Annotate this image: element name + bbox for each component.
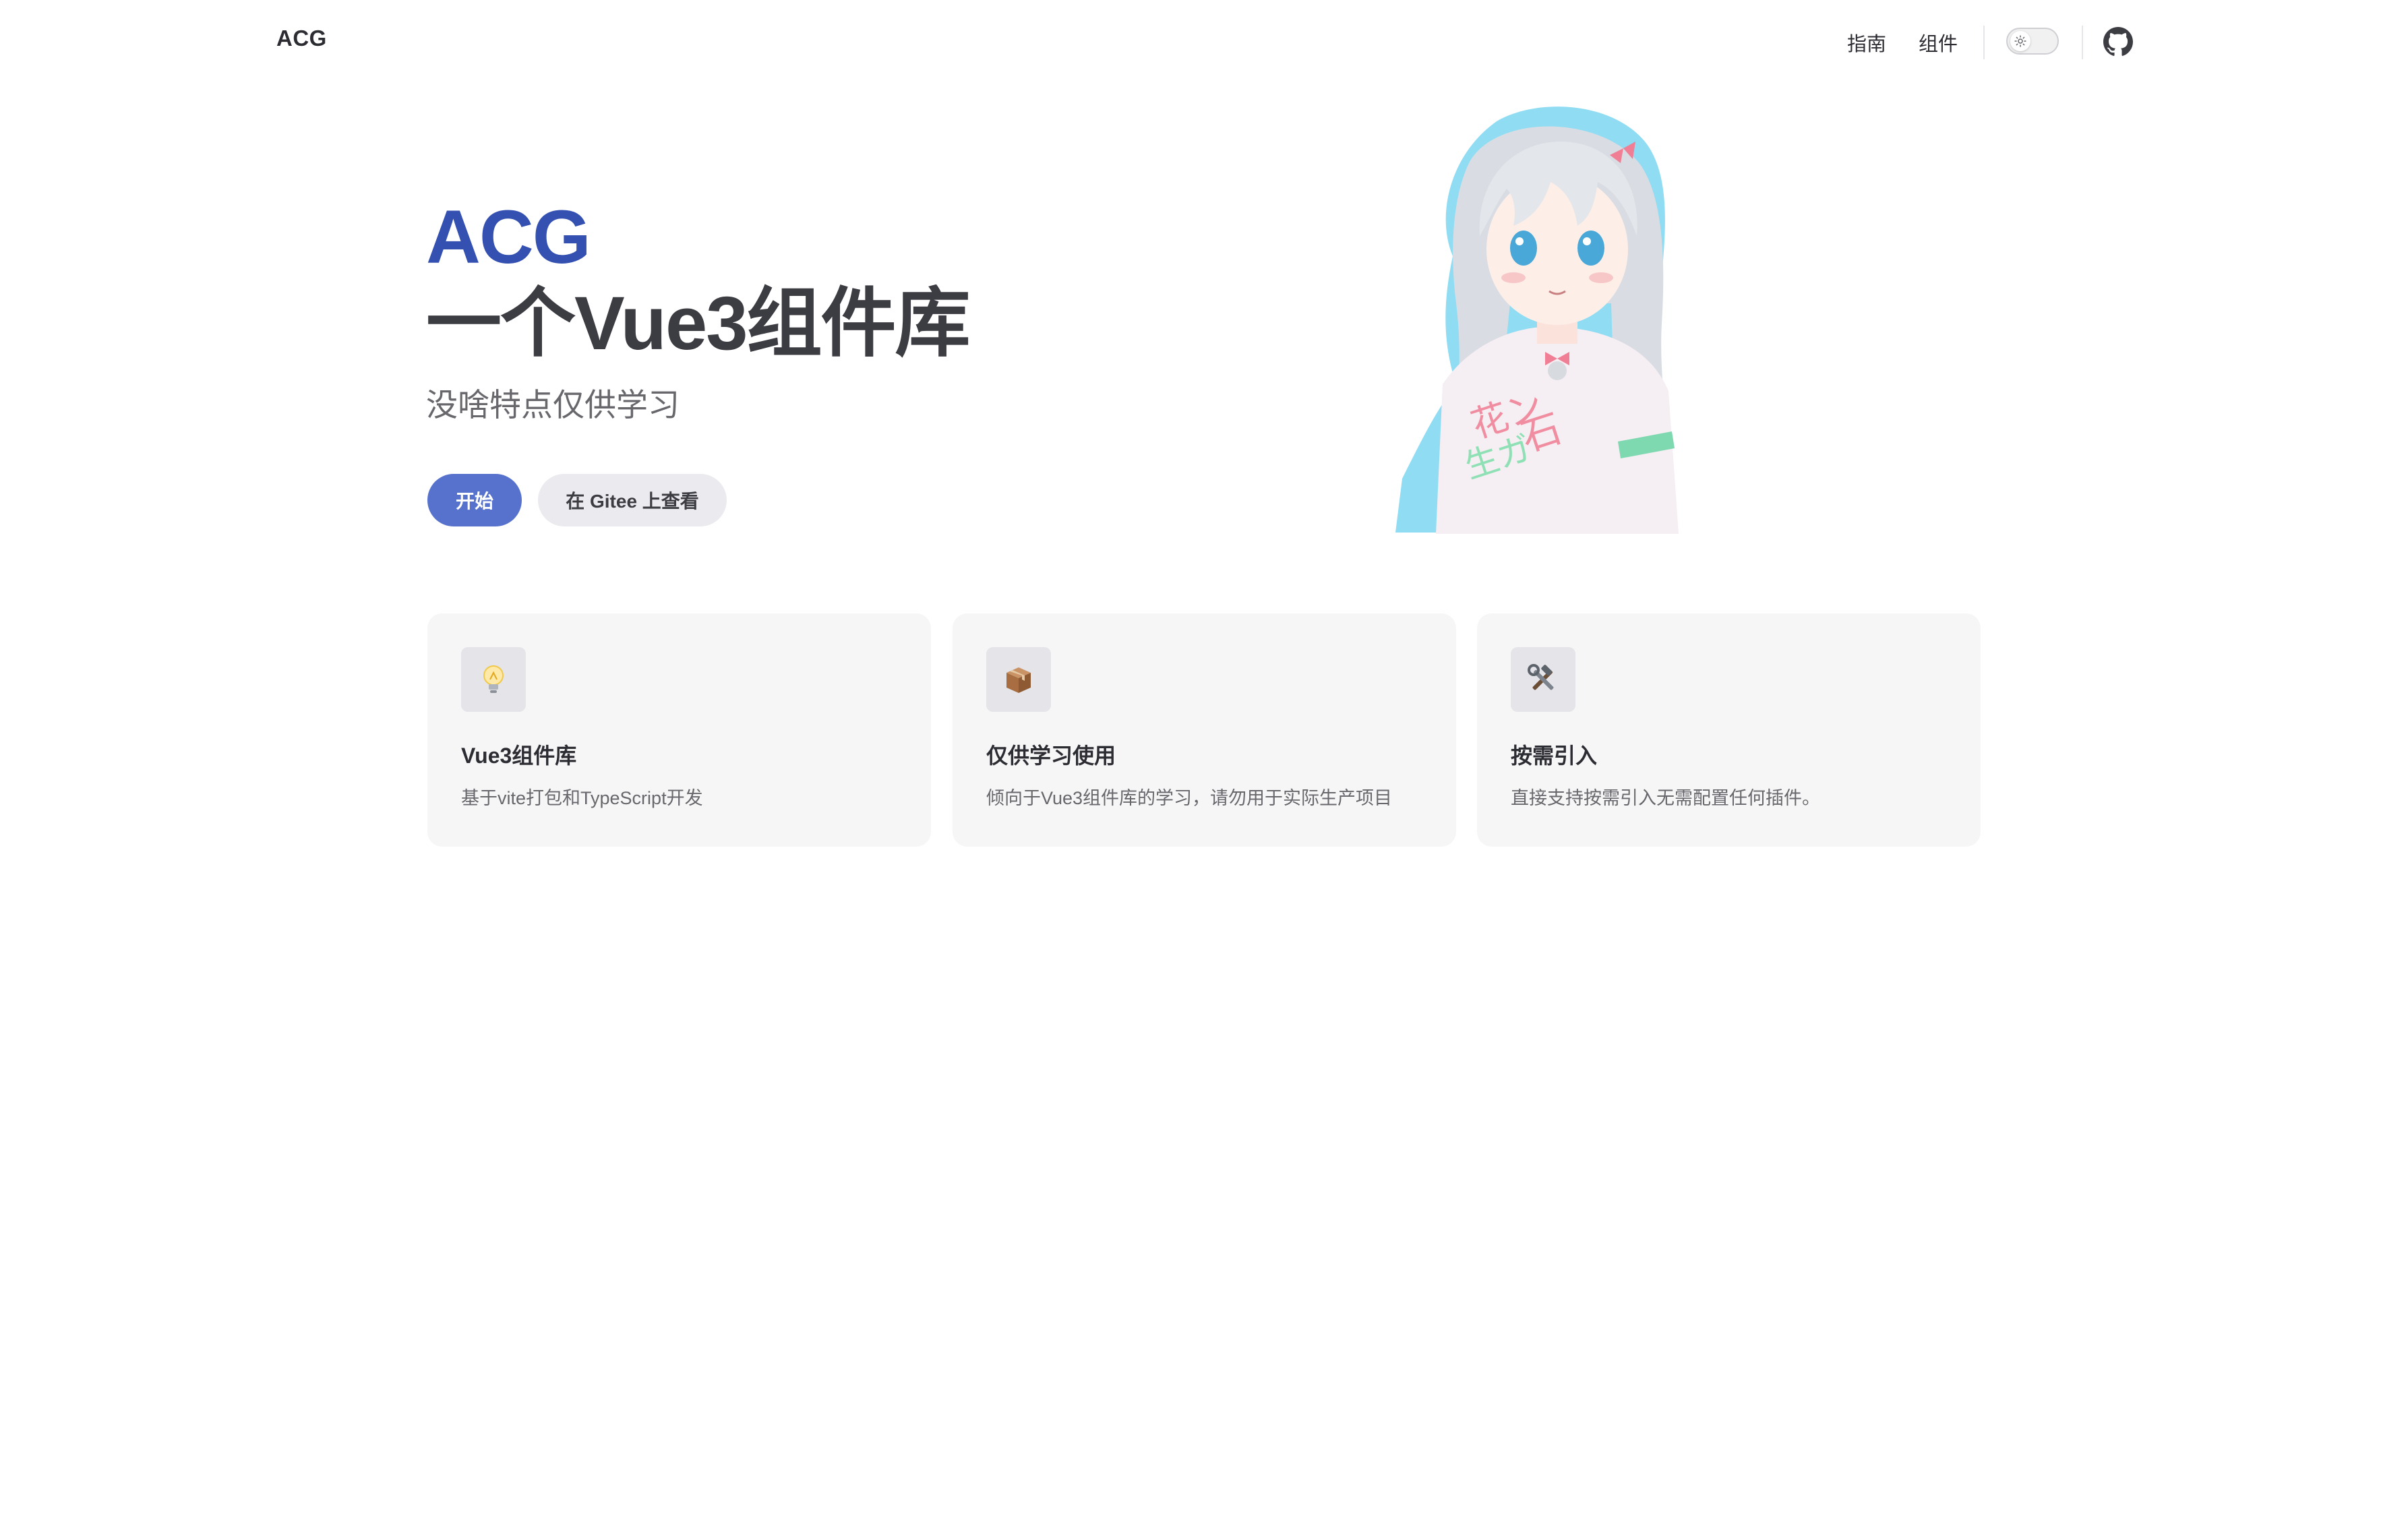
feature-details: 直接支持按需引入无需配置任何插件。 (1511, 788, 1820, 808)
site-title-link[interactable]: ACG (276, 26, 327, 51)
hero-name: ACG (426, 195, 591, 279)
toggle-knob (2010, 31, 2030, 51)
tools-icon (1511, 647, 1575, 712)
github-link[interactable] (2103, 27, 2133, 57)
feature-card: 按需引入 直接支持按需引入无需配置任何插件。 (1477, 613, 1981, 847)
feature-card: Vue3组件库 基于vite打包和TypeScript开发 (427, 613, 931, 847)
feature-title: Vue3组件库 (461, 744, 577, 768)
hero-tagline: 没啥特点仅供学习 (426, 387, 680, 423)
lightbulb-icon (461, 647, 526, 712)
feature-details: 基于vite打包和TypeScript开发 (461, 788, 703, 808)
get-started-button[interactable]: 开始 (427, 474, 522, 526)
nav-link-guide[interactable]: 指南 (1847, 28, 1886, 57)
home-page: ACG 指南 组件 ACG 一个Vue3组件库 没啥特点仅供学习 开始 在 Gi… (0, 0, 2408, 1514)
package-icon (986, 647, 1051, 712)
top-nav: ACG 指南 组件 (0, 0, 2408, 84)
github-icon (2103, 27, 2133, 56)
nav-divider (2082, 26, 2083, 59)
feature-card: 仅供学习使用 倾向于Vue3组件库的学习，请勿用于实际生产项目 (953, 613, 1456, 847)
theme-toggle[interactable] (2006, 28, 2059, 55)
sun-icon (2014, 35, 2026, 47)
feature-details: 倾向于Vue3组件库的学习，请勿用于实际生产项目 (986, 788, 1393, 808)
feature-title: 按需引入 (1511, 744, 1598, 768)
hero-illustration: 花ン 生ガ 石 (1395, 107, 1679, 534)
hero-text: 一个Vue3组件库 (426, 281, 971, 365)
nav-link-components[interactable]: 组件 (1919, 28, 1958, 57)
view-on-gitee-button[interactable]: 在 Gitee 上查看 (538, 474, 727, 526)
feature-title: 仅供学习使用 (986, 744, 1116, 768)
nav-divider (1983, 26, 1985, 59)
